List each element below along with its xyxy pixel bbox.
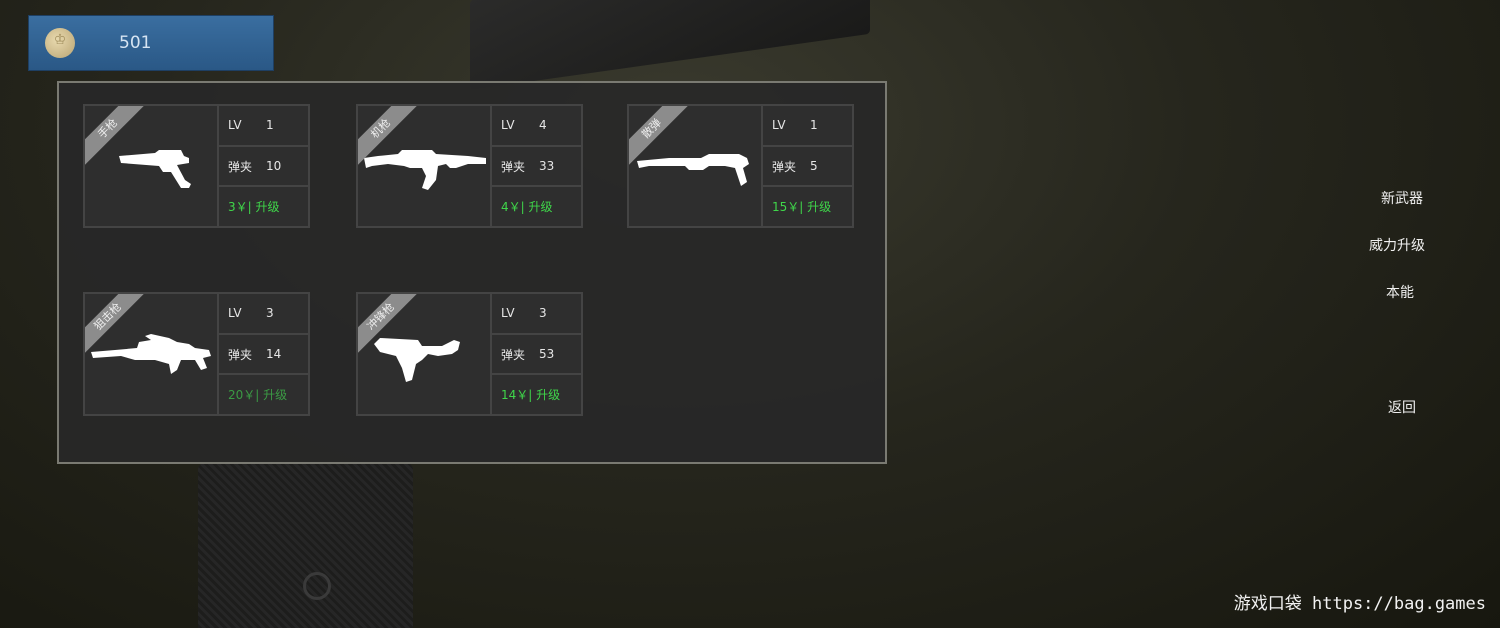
magazine-row: 弹夹 14 bbox=[219, 335, 308, 376]
upgrade-button[interactable]: 20￥| 升级 bbox=[219, 375, 308, 414]
magazine-value: 14 bbox=[266, 347, 282, 361]
magazine-row: 弹夹 33 bbox=[492, 147, 581, 188]
weapon-card-pistol[interactable]: 手枪 LV 1 弹夹 10 3￥| 升级 bbox=[83, 104, 310, 228]
watermark: 游戏口袋 https://bag.games bbox=[1234, 589, 1486, 614]
level-value: 4 bbox=[539, 118, 547, 133]
level-value: 3 bbox=[266, 306, 274, 321]
background-pistol-slide bbox=[470, 0, 870, 91]
background-pistol-grip bbox=[198, 462, 413, 628]
upgrade-button[interactable]: 15￥| 升级 bbox=[763, 187, 852, 226]
level-value: 3 bbox=[539, 306, 547, 321]
weapon-image: 散弹 bbox=[629, 106, 763, 226]
level-value: 1 bbox=[810, 118, 818, 133]
magazine-row: 弹夹 10 bbox=[219, 147, 308, 188]
upgrade-button[interactable]: 3￥| 升级 bbox=[219, 187, 308, 226]
weapon-card-machine-gun[interactable]: 机枪 LV 4 弹夹 33 4￥| 升级 bbox=[356, 104, 583, 228]
level-row: LV 4 bbox=[492, 106, 581, 147]
weapon-card-sniper[interactable]: 狙击枪 LV 3 弹夹 14 20￥| 升级 bbox=[83, 292, 310, 416]
upgrade-button[interactable]: 14￥| 升级 bbox=[492, 375, 581, 414]
weapon-card-shotgun[interactable]: 散弹 LV 1 弹夹 5 15￥| 升级 bbox=[627, 104, 854, 228]
currency-value: 501 bbox=[119, 33, 152, 53]
crown-coin-icon bbox=[45, 28, 75, 58]
magazine-row: 弹夹 5 bbox=[763, 147, 852, 188]
new-weapon-button[interactable]: 新武器 bbox=[1381, 188, 1423, 208]
weapon-image: 冲锋枪 bbox=[358, 294, 492, 414]
weapon-image: 狙击枪 bbox=[85, 294, 219, 414]
back-button[interactable]: 返回 bbox=[1388, 397, 1416, 417]
weapon-image: 手枪 bbox=[85, 106, 219, 226]
magazine-value: 53 bbox=[539, 347, 555, 361]
weapon-card-smg[interactable]: 冲锋枪 LV 3 弹夹 53 14￥| 升级 bbox=[356, 292, 583, 416]
level-value: 1 bbox=[266, 118, 274, 133]
ability-button[interactable]: 本能 bbox=[1386, 282, 1414, 302]
watermark-name: 游戏口袋 bbox=[1233, 594, 1302, 614]
currency-bar: 501 bbox=[28, 15, 274, 71]
weapon-panel: 手枪 LV 1 弹夹 10 3￥| 升级 机枪 LV 4 弹夹 33 4￥| 升级 散弹 bbox=[57, 81, 887, 464]
level-row: LV 3 bbox=[219, 294, 308, 335]
weapon-image: 机枪 bbox=[358, 106, 492, 226]
level-row: LV 1 bbox=[763, 106, 852, 147]
upgrade-button[interactable]: 4￥| 升级 bbox=[492, 187, 581, 226]
power-upgrade-button[interactable]: 威力升级 bbox=[1369, 235, 1425, 255]
level-row: LV 1 bbox=[219, 106, 308, 147]
magazine-row: 弹夹 53 bbox=[492, 335, 581, 376]
level-row: LV 3 bbox=[492, 294, 581, 335]
magazine-value: 5 bbox=[810, 159, 818, 173]
magazine-value: 33 bbox=[539, 159, 555, 173]
magazine-value: 10 bbox=[266, 159, 282, 173]
watermark-url: https://bag.games bbox=[1312, 594, 1486, 614]
